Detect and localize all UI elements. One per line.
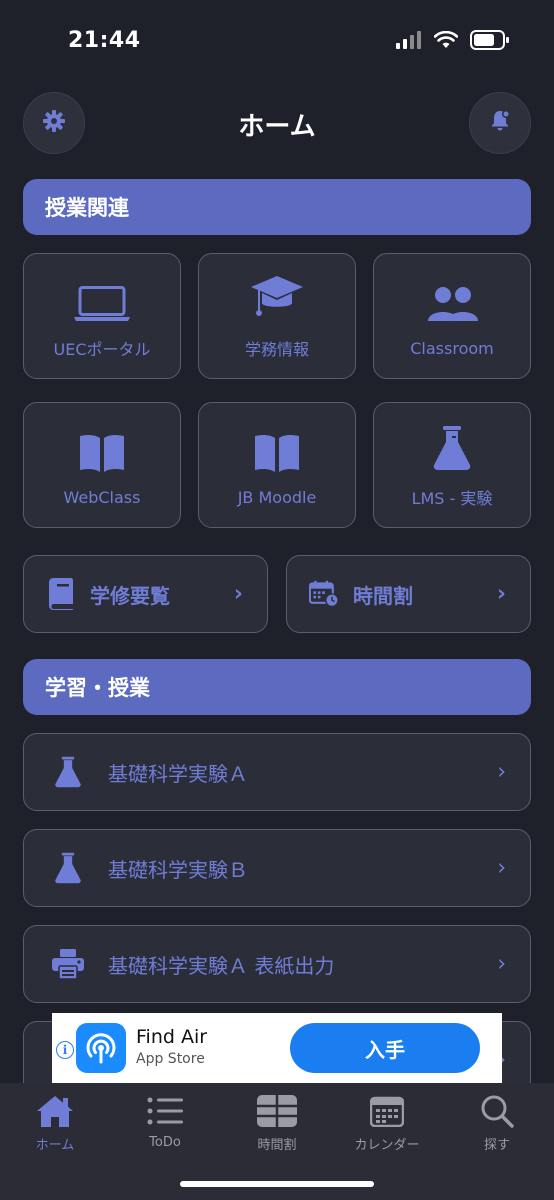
book-open-icon: [253, 424, 301, 474]
section-header-study: 学習・授業: [23, 659, 531, 715]
tab-label: 探す: [483, 1138, 510, 1153]
chevron-right-icon: ›: [497, 951, 506, 977]
academic-info-tile[interactable]: 学務情報: [198, 253, 356, 379]
tab-label: カレンダー: [354, 1138, 420, 1153]
tile-label: Classroom: [410, 338, 494, 358]
chevron-right-icon: ›: [233, 581, 243, 607]
tab-label: ToDo: [149, 1135, 181, 1150]
book-open-icon: [78, 424, 126, 474]
status-icons: [396, 30, 510, 54]
home-icon: [35, 1093, 75, 1128]
classroom-tile[interactable]: Classroom: [373, 253, 531, 379]
flask-icon: [432, 421, 472, 471]
chevron-right-icon: ›: [497, 759, 506, 785]
list-item-label: 基礎科学実験Ａ 表紙出力: [108, 953, 335, 978]
signal-icon: [396, 31, 422, 53]
tab-label: ホーム: [35, 1138, 75, 1153]
ad-store-label: App Store: [136, 1051, 205, 1067]
tab-search[interactable]: 探す: [442, 1093, 552, 1153]
list-icon: [147, 1093, 183, 1129]
tab-home[interactable]: ホーム: [0, 1093, 110, 1153]
webclass-tile[interactable]: WebClass: [23, 402, 181, 528]
search-icon: [480, 1093, 514, 1128]
chevron-right-icon: ›: [497, 855, 506, 881]
tab-todo[interactable]: ToDo: [110, 1093, 220, 1153]
timetable-button[interactable]: 時間割 ›: [286, 555, 531, 633]
tile-label: UECポータル: [53, 340, 151, 359]
lms-experiment-tile[interactable]: LMS - 実験: [373, 402, 531, 528]
ad-banner[interactable]: i Find Air App Store 入手: [52, 1013, 502, 1083]
tile-label: WebClass: [63, 487, 141, 507]
flask-icon: [52, 851, 84, 885]
flask-icon: [52, 755, 84, 789]
wifi-icon: [433, 30, 459, 53]
tile-label: JB Moodle: [237, 487, 317, 507]
list-item-label: 基礎科学実験Ｂ: [108, 857, 248, 882]
section-header-class: 授業関連: [23, 179, 531, 235]
list-item-experiment-a-cover[interactable]: 基礎科学実験Ａ 表紙出力 ›: [23, 925, 531, 1003]
status-bar: 21:44: [0, 0, 554, 80]
info-icon[interactable]: i: [56, 1041, 74, 1059]
bell-icon: [488, 109, 512, 137]
calendar-icon: [370, 1093, 404, 1128]
graduation-cap-icon: [249, 272, 305, 322]
wide-button-label: 学修要覧: [90, 583, 170, 608]
list-item-experiment-b[interactable]: 基礎科学実験Ｂ ›: [23, 829, 531, 907]
users-icon: [424, 275, 480, 325]
list-item-experiment-a[interactable]: 基礎科学実験Ａ ›: [23, 733, 531, 811]
tab-label: 時間割: [257, 1138, 297, 1153]
home-indicator: [180, 1181, 374, 1187]
jb-moodle-tile[interactable]: JB Moodle: [198, 402, 356, 528]
chevron-right-icon: ›: [496, 581, 506, 607]
ad-app-name: Find Air: [136, 1026, 208, 1048]
tile-label: LMS - 実験: [411, 489, 493, 508]
laptop-icon: [73, 272, 131, 322]
calendar-clock-icon: [309, 577, 339, 611]
app-icon: [76, 1023, 126, 1073]
section-title: 学習・授業: [45, 676, 150, 700]
tile-label: 学務情報: [244, 340, 309, 359]
printer-icon: [52, 947, 84, 981]
wide-button-label: 時間割: [353, 583, 413, 608]
book-icon: [46, 577, 76, 611]
tab-timetable[interactable]: 時間割: [222, 1093, 332, 1153]
tab-calendar[interactable]: カレンダー: [332, 1093, 442, 1153]
course-catalog-button[interactable]: 学修要覧 ›: [23, 555, 268, 633]
status-time: 21:44: [68, 28, 141, 53]
uec-portal-tile[interactable]: UECポータル: [23, 253, 181, 379]
notification-button[interactable]: [469, 92, 531, 154]
header: ホーム: [0, 90, 554, 156]
battery-icon: [470, 30, 510, 54]
grid-icon: [257, 1093, 297, 1128]
get-button[interactable]: 入手: [290, 1023, 480, 1073]
section-title: 授業関連: [45, 196, 129, 220]
list-item-label: 基礎科学実験Ａ: [108, 761, 248, 786]
